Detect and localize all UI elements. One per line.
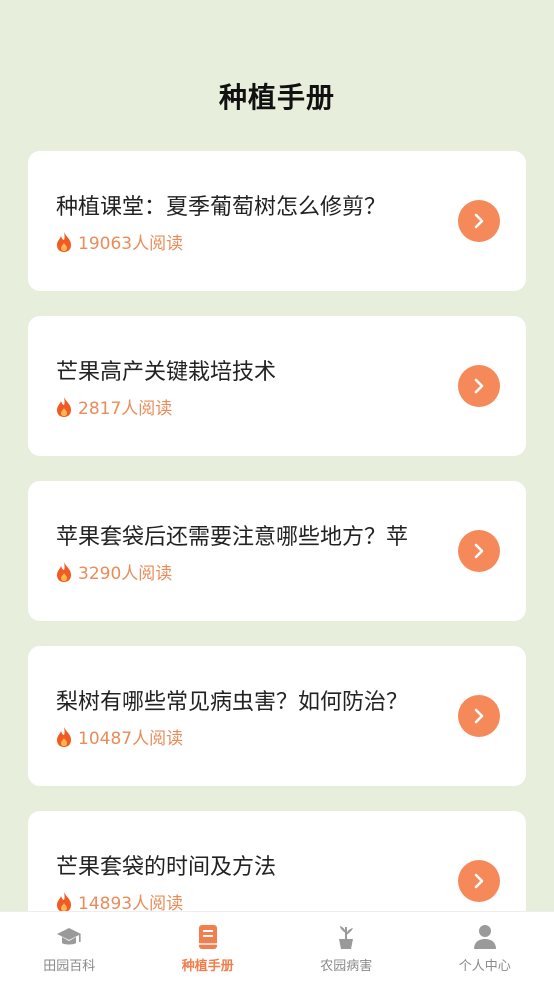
tab-label: 农园病害 [320,958,373,974]
potted-plant-icon [339,925,354,949]
chevron-right-icon [474,213,484,229]
open-article-button[interactable] [458,860,500,902]
tab-garden-diseases[interactable]: 农园病害 [277,912,416,984]
article-title: 芒果高产关键栽培技术 [56,360,277,385]
tab-profile[interactable]: 个人中心 [416,912,554,984]
bottom-tab-bar: 田园百科 种植手册 农园病害 个人中心 [0,911,554,984]
chevron-right-icon [474,873,484,889]
article-list: 种植课堂：夏季葡萄树怎么修剪？ 19063人阅读 芒果高产关键栽培技术 2817… [28,151,526,976]
tab-label: 田园百科 [43,958,96,974]
article-meta: 19063人阅读 [54,229,183,254]
tab-label: 种植手册 [181,958,234,974]
read-count: 19063人阅读 [78,234,184,254]
fire-icon [57,561,71,582]
tab-encyclopedia[interactable]: 田园百科 [0,912,139,984]
article-meta: 10487人阅读 [54,724,183,749]
article-meta: 2817人阅读 [54,394,172,419]
article-card[interactable]: 梨树有哪些常见病虫害？如何防治？ 10487人阅读 [28,646,526,786]
read-count: 3290人阅读 [78,564,173,584]
chevron-right-icon [474,708,484,724]
page-title: 种植手册 [218,81,335,114]
fire-icon [57,891,71,912]
article-title: 梨树有哪些常见病虫害？如何防治？ [56,690,409,715]
open-article-button[interactable] [458,530,500,572]
chevron-right-icon [474,378,484,394]
article-meta: 3290人阅读 [54,559,172,584]
chevron-right-icon [474,543,484,559]
book-icon [198,924,217,949]
article-card[interactable]: 芒果高产关键栽培技术 2817人阅读 [28,316,526,456]
read-count: 10487人阅读 [78,729,184,749]
article-card[interactable]: 苹果套袋后还需要注意哪些地方？苹 3290人阅读 [28,481,526,621]
person-icon [473,924,496,949]
fire-icon [57,726,71,747]
fire-icon [57,231,71,252]
fire-icon [57,396,71,417]
article-title: 种植课堂：夏季葡萄树怎么修剪？ [56,195,387,220]
graduation-cap-icon [57,927,82,944]
open-article-button[interactable] [458,365,500,407]
read-count: 2817人阅读 [78,399,173,419]
open-article-button[interactable] [458,200,500,242]
article-card[interactable]: 种植课堂：夏季葡萄树怎么修剪？ 19063人阅读 [28,151,526,291]
open-article-button[interactable] [458,695,500,737]
article-title: 芒果套袋的时间及方法 [56,855,277,880]
article-title: 苹果套袋后还需要注意哪些地方？苹 [56,525,409,550]
tab-planting-manual[interactable]: 种植手册 [139,912,278,984]
tab-label: 个人中心 [458,958,511,974]
